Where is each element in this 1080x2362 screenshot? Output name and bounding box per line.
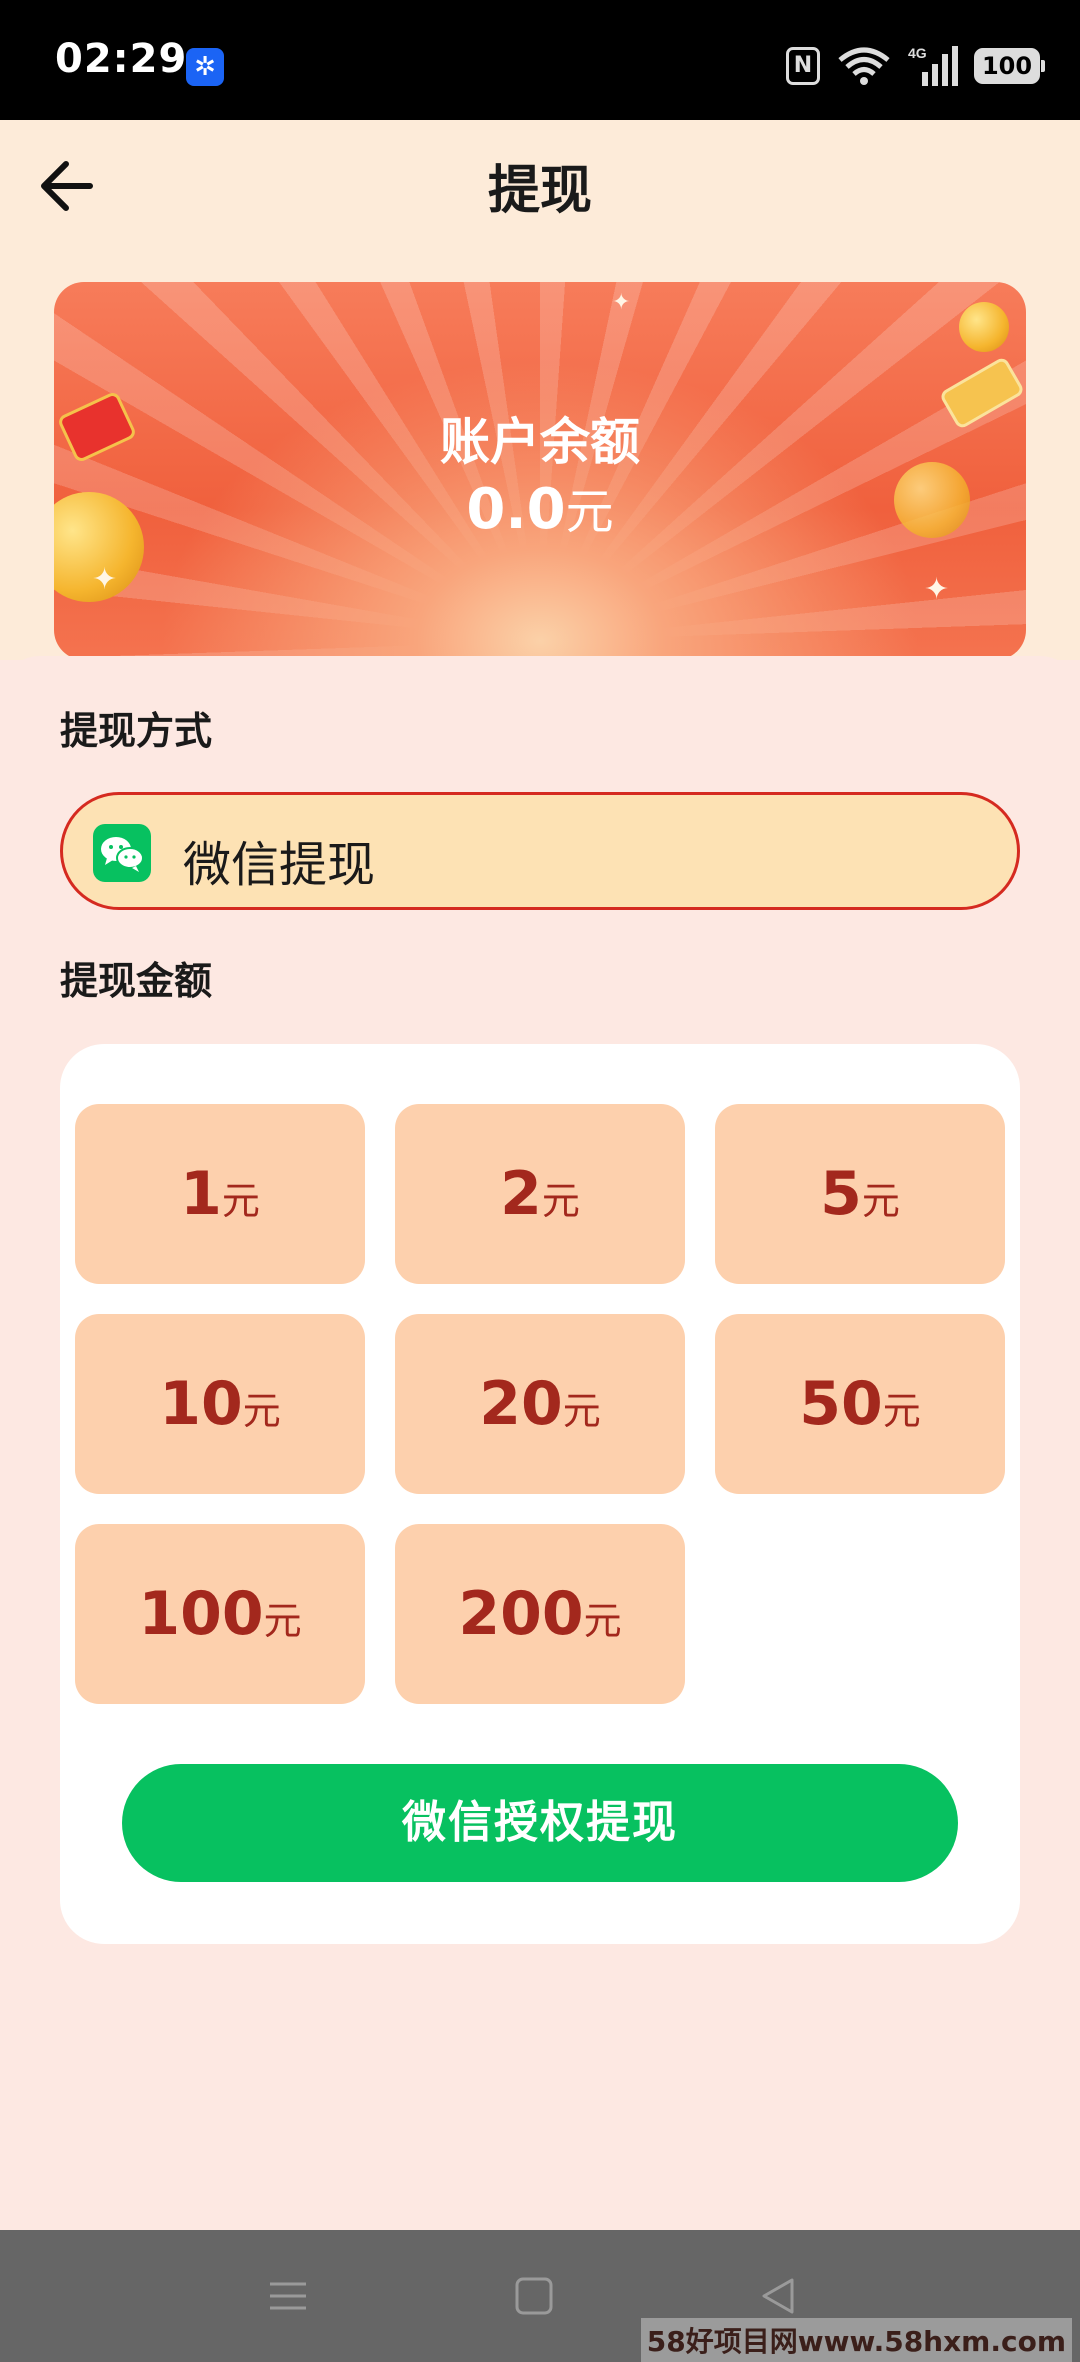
nfc-icon: N	[786, 47, 820, 85]
amount-option-1[interactable]: 1元	[75, 1104, 365, 1284]
amount-value: 5	[820, 1159, 862, 1229]
amount-value: 50	[799, 1369, 883, 1439]
pinwheel-icon: ✲	[186, 48, 224, 86]
battery-icon: 100	[974, 48, 1045, 84]
amount-option-5[interactable]: 5元	[715, 1104, 1005, 1284]
back-triangle-icon	[762, 2278, 794, 2314]
amount-option-20[interactable]: 20元	[395, 1314, 685, 1494]
balance-label: 账户余额	[440, 413, 640, 471]
amount-value: 1	[180, 1159, 222, 1229]
sparkle-icon: ✦	[612, 290, 631, 315]
status-time: 02:29	[55, 36, 188, 82]
page-title: 提现	[487, 161, 592, 221]
balance-value: 0.0	[466, 477, 566, 542]
amount-value: 20	[479, 1369, 563, 1439]
amount-value: 2	[500, 1159, 542, 1229]
system-nav-bar: 58好项目网www.58hxm.com	[0, 2230, 1080, 2362]
amount-unit: 元	[562, 1389, 601, 1433]
amount-unit: 元	[541, 1179, 580, 1223]
amount-unit: 元	[882, 1389, 921, 1433]
amount-option-10[interactable]: 10元	[75, 1314, 365, 1494]
home-square-icon	[515, 2277, 553, 2315]
amount-option-100[interactable]: 100元	[75, 1524, 365, 1704]
amount-option-2[interactable]: 2元	[395, 1104, 685, 1284]
amount-option-200[interactable]: 200元	[395, 1524, 685, 1704]
sparkle-icon: ✦	[924, 572, 950, 607]
withdraw-amount-label: 提现金额	[60, 959, 213, 1003]
status-bar: 02:29 ✲ N 4G 100	[0, 0, 1080, 120]
withdraw-method-label: 提现方式	[60, 709, 213, 753]
wechat-withdraw-option[interactable]: 微信提现	[60, 792, 1020, 910]
amount-value: 10	[159, 1369, 243, 1439]
method-label: 微信提现	[183, 837, 376, 893]
balance-value-row: 0.0元	[54, 472, 1026, 542]
watermark-text: 58好项目网www.58hxm.com	[640, 2318, 1072, 2362]
menu-button[interactable]	[228, 2230, 348, 2362]
balance-unit: 元	[565, 484, 614, 540]
amount-unit: 元	[583, 1599, 622, 1643]
balance-banner: ✦ ✦ ✦ 账户余额 0.0元	[54, 282, 1026, 660]
amount-card: 1元 2元 5元 10元 20元 50元 100元 200元 微信授权提现	[60, 1044, 1020, 1944]
amount-unit: 元	[861, 1179, 900, 1223]
home-button[interactable]	[474, 2230, 594, 2362]
amount-unit: 元	[242, 1389, 281, 1433]
wifi-icon	[836, 46, 892, 86]
status-icons: N 4G 100	[786, 44, 1045, 88]
sparkle-icon: ✦	[92, 562, 118, 597]
amount-value: 200	[458, 1579, 584, 1649]
wechat-icon	[93, 824, 151, 882]
signal-4g-icon: 4G	[908, 44, 958, 88]
svg-text:4G: 4G	[908, 45, 927, 61]
amount-unit: 元	[263, 1599, 302, 1643]
amount-value: 100	[138, 1579, 264, 1649]
amount-option-50[interactable]: 50元	[715, 1314, 1005, 1494]
wechat-authorize-withdraw-button[interactable]: 微信授权提现	[122, 1764, 958, 1882]
amount-unit: 元	[221, 1179, 260, 1223]
menu-icon	[270, 2282, 306, 2310]
coin-decoration	[959, 302, 1009, 352]
